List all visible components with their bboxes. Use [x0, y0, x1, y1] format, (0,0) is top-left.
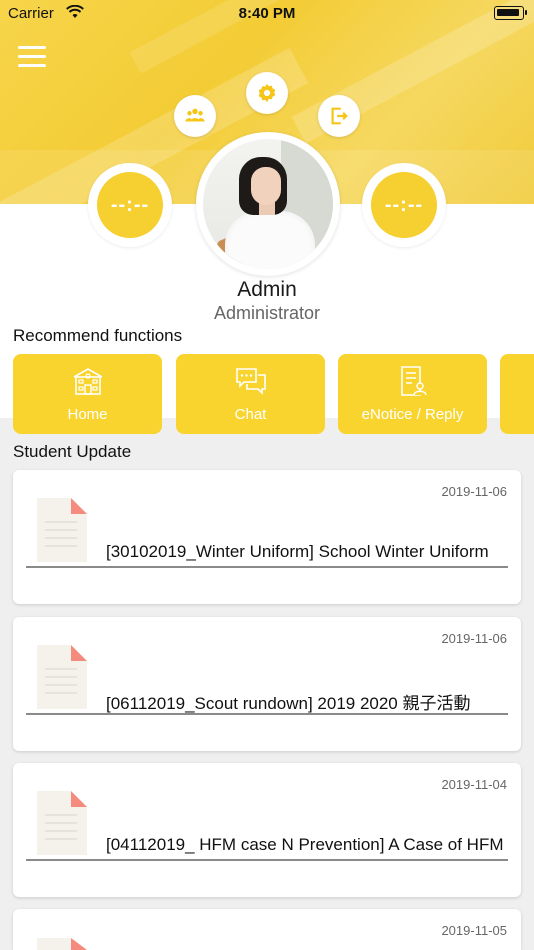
divider [26, 859, 508, 861]
tile-home[interactable]: Home [13, 354, 162, 434]
divider [26, 566, 508, 568]
battery-icon [494, 6, 527, 20]
tile-home-label: Home [67, 406, 108, 423]
clock: 8:40 PM [238, 5, 296, 22]
update-date: 2019-11-06 [441, 484, 507, 499]
tile-enotice-label: eNotice / Reply [361, 406, 464, 423]
right-counter: --:-- [362, 163, 446, 247]
chat-bubbles-icon [235, 368, 266, 395]
left-counter: --:-- [88, 163, 172, 247]
update-date: 2019-11-04 [441, 777, 507, 792]
update-title: [04112019_ HFM case N Prevention] A Case… [106, 835, 504, 854]
tile-chat-label: Chat [234, 406, 267, 423]
recommend-title: Recommend functions [13, 326, 183, 345]
divider [26, 713, 508, 715]
tile-more[interactable] [500, 354, 534, 434]
right-counter-value: --:-- [371, 172, 437, 238]
document-icon [37, 938, 87, 950]
update-date: 2019-11-05 [441, 923, 507, 938]
tile-enotice[interactable]: eNotice / Reply [338, 354, 487, 434]
document-icon [37, 498, 87, 562]
avatar-frame [196, 132, 340, 276]
update-card[interactable]: 2019-11-06 [30102019_Winter Uniform] Sch… [13, 470, 521, 604]
settings-button[interactable] [246, 72, 288, 114]
groups-button[interactable] [174, 95, 216, 137]
update-title: [30102019_Winter Uniform] School Winter … [106, 542, 489, 561]
menu-icon [18, 46, 46, 49]
notice-document-icon [400, 366, 427, 396]
avatar[interactable] [203, 139, 333, 269]
people-group-icon [185, 108, 205, 122]
left-counter-value: --:-- [97, 172, 163, 238]
recommend-tiles: Home Chat eNotice / Reply [13, 354, 534, 434]
user-name: Admin [237, 278, 297, 301]
logout-button[interactable] [318, 95, 360, 137]
logout-icon [331, 107, 348, 125]
menu-button[interactable] [18, 46, 46, 70]
user-role: Administrator [213, 303, 321, 323]
update-title: [06112019_Scout rundown] 2019 2020 親子活動 [106, 694, 471, 713]
tile-chat[interactable]: Chat [176, 354, 325, 434]
update-date: 2019-11-06 [441, 631, 507, 646]
school-building-icon [73, 368, 102, 395]
document-icon [37, 645, 87, 709]
student-update-title: Student Update [13, 442, 132, 461]
status-bar: Carrier 8:40 PM [0, 0, 534, 28]
update-card[interactable]: 2019-11-05 [13, 909, 521, 950]
document-icon [37, 791, 87, 855]
update-card[interactable]: 2019-11-06 [06112019_Scout rundown] 2019… [13, 617, 521, 751]
update-card[interactable]: 2019-11-04 [04112019_ HFM case N Prevent… [13, 763, 521, 897]
gear-icon [258, 83, 276, 103]
